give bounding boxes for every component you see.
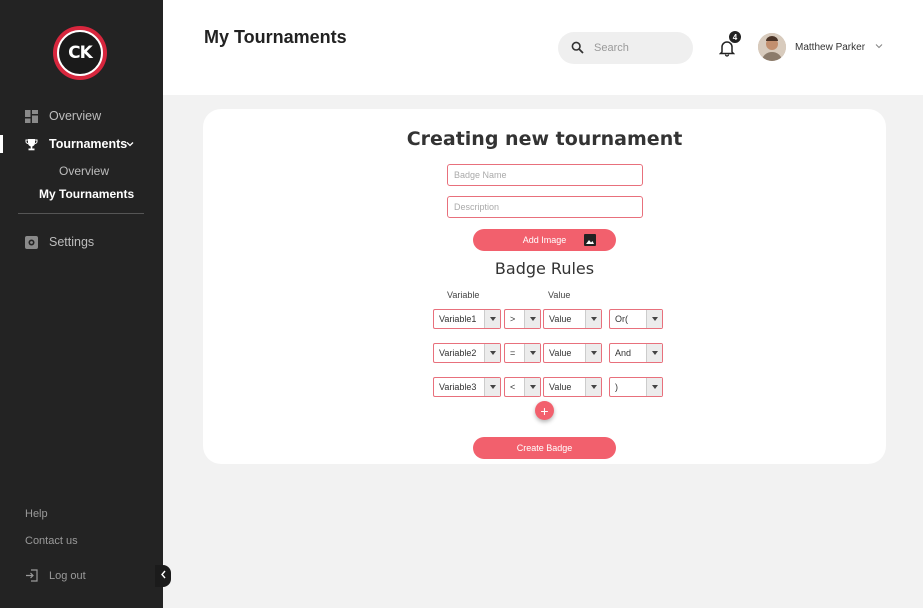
logo-text: CK [57, 30, 103, 76]
select-value: Value [549, 382, 572, 392]
dropdown-arrow-icon [484, 378, 500, 396]
variable-select[interactable]: Variable2 [433, 343, 501, 363]
add-rule-button[interactable]: + [535, 401, 554, 420]
sidebar-subitem-my-tournaments[interactable]: My Tournaments [39, 187, 134, 201]
operator-select[interactable]: > [504, 309, 541, 329]
settings-icon [25, 235, 38, 249]
dashboard-icon [25, 109, 38, 123]
select-value: ) [615, 382, 618, 392]
sidebar-divider [18, 213, 144, 214]
select-value: Variable1 [439, 314, 477, 324]
value-select[interactable]: Value [543, 377, 602, 397]
chevron-left-icon [160, 570, 167, 582]
logout-icon [25, 569, 39, 582]
sidebar-item-label: Overview [49, 109, 102, 123]
logo[interactable]: CK [53, 26, 107, 80]
operator-select[interactable]: = [504, 343, 541, 363]
select-value: Value [549, 348, 572, 358]
image-icon [584, 234, 596, 246]
create-badge-button[interactable]: Create Badge [473, 437, 616, 459]
select-value: And [615, 348, 632, 358]
select-value: < [510, 382, 516, 392]
trophy-icon [25, 138, 38, 151]
select-value: Variable3 [439, 382, 477, 392]
select-value: Or( [615, 314, 628, 324]
dropdown-arrow-icon [524, 344, 540, 362]
dropdown-arrow-icon [524, 378, 540, 396]
column-header-value: Value [548, 290, 571, 300]
dropdown-arrow-icon [646, 344, 662, 362]
select-value: = [510, 348, 516, 358]
dropdown-arrow-icon [585, 310, 601, 328]
operator-select[interactable]: < [504, 377, 541, 397]
dropdown-arrow-icon [484, 344, 500, 362]
dropdown-arrow-icon [646, 378, 662, 396]
sidebar-item-label: Tournaments [49, 137, 128, 151]
user-name[interactable]: Matthew Parker [795, 42, 865, 53]
logout-label: Log out [49, 569, 86, 582]
collapse-sidebar-button[interactable] [155, 565, 171, 587]
logic-select[interactable]: And [609, 343, 663, 363]
logic-select[interactable]: Or( [609, 309, 663, 329]
add-image-label: Add Image [522, 235, 567, 245]
search-input[interactable]: Search [594, 42, 629, 54]
notification-badge: 4 [728, 30, 742, 44]
column-header-variable: Variable [447, 290, 480, 300]
chevron-down-icon [126, 137, 134, 151]
add-image-button[interactable]: Add Image [473, 229, 616, 251]
sidebar-subitem-overview[interactable]: Overview [59, 164, 109, 178]
description-input[interactable]: Description [447, 196, 643, 218]
chevron-down-icon[interactable] [875, 42, 883, 52]
sidebar: CK Overview Tournaments Overview My Tour… [0, 0, 171, 608]
help-link[interactable]: Help [25, 508, 48, 520]
sidebar-item-settings[interactable]: Settings [0, 231, 163, 253]
rules-title: Badge Rules [494, 259, 595, 278]
select-value: Variable2 [439, 348, 477, 358]
logic-select[interactable]: ) [609, 377, 663, 397]
variable-select[interactable]: Variable1 [433, 309, 501, 329]
search-icon [571, 41, 584, 59]
dropdown-arrow-icon [585, 344, 601, 362]
logout-link[interactable]: Log out [25, 569, 86, 582]
dropdown-arrow-icon [484, 310, 500, 328]
search-box[interactable]: Search [558, 32, 693, 64]
badge-name-input[interactable]: Badge Name [447, 164, 643, 186]
sidebar-item-tournaments[interactable]: Tournaments [0, 133, 163, 155]
avatar[interactable] [758, 33, 786, 61]
value-select[interactable]: Value [543, 343, 602, 363]
sidebar-item-label: Settings [49, 235, 95, 249]
variable-select[interactable]: Variable3 [433, 377, 501, 397]
create-badge-label: Create Badge [516, 443, 573, 453]
form-title: Creating new tournament [406, 128, 683, 150]
value-select[interactable]: Value [543, 309, 602, 329]
dropdown-arrow-icon [524, 310, 540, 328]
create-tournament-card: Creating new tournament Badge Name Descr… [203, 109, 886, 464]
header: My Tournaments Search 4 Matthew Parker [163, 0, 923, 95]
select-value: Value [549, 314, 572, 324]
dropdown-arrow-icon [646, 310, 662, 328]
contact-link[interactable]: Contact us [25, 535, 78, 547]
sidebar-item-overview[interactable]: Overview [0, 105, 163, 127]
dropdown-arrow-icon [585, 378, 601, 396]
page-title: My Tournaments [204, 27, 347, 47]
select-value: > [510, 314, 516, 324]
